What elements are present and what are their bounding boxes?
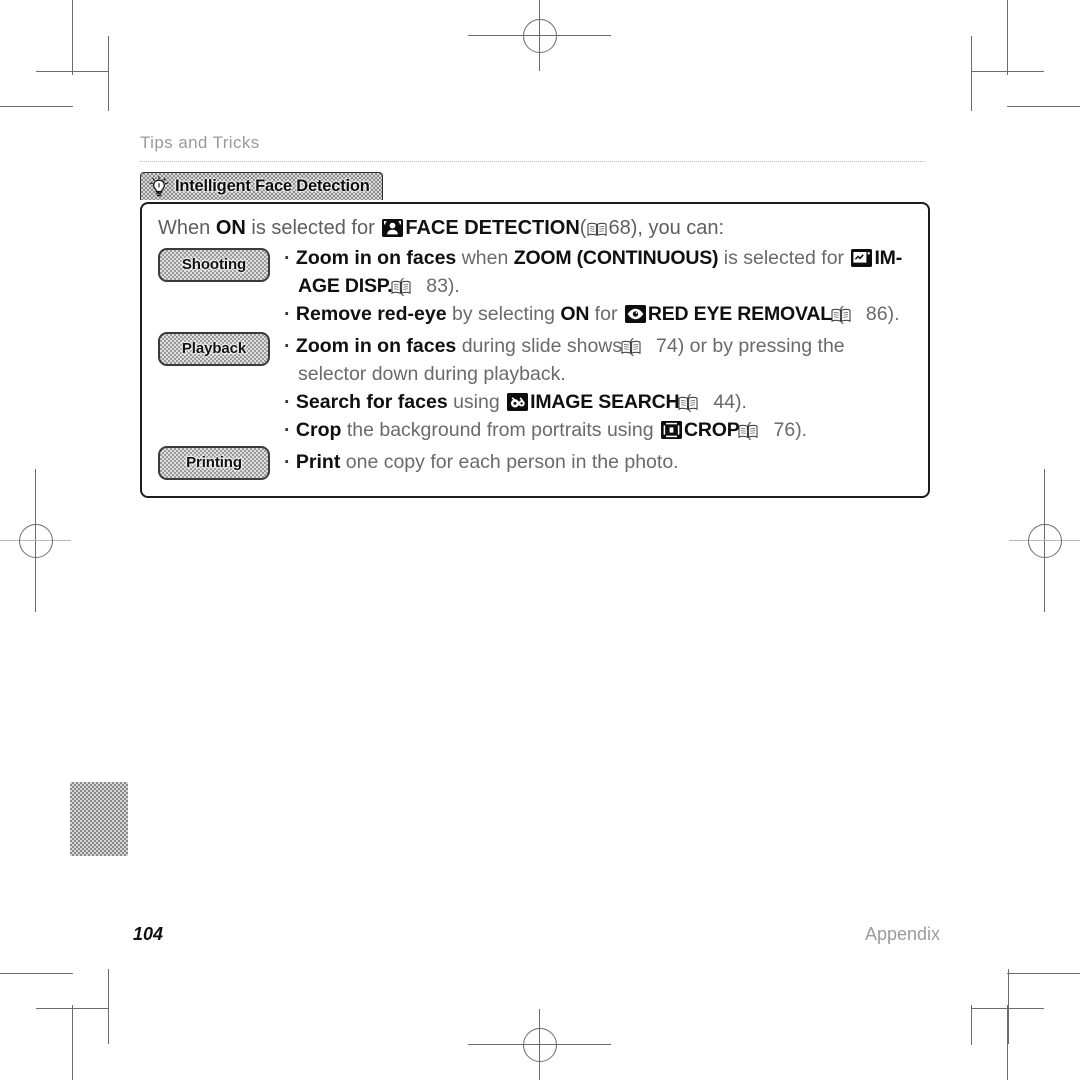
bullet-ref-page: 74 xyxy=(656,334,678,357)
bullet-lead: Search for faces xyxy=(295,390,448,413)
bullet-mid-1: one copy for each person in the photo. xyxy=(340,450,679,473)
intro-heading: FACE DETECTION xyxy=(405,216,580,239)
header-rule xyxy=(140,161,926,162)
bullet-mid-2: for xyxy=(589,302,623,325)
note-row-printing: Printing · Print one copy for each perso… xyxy=(156,445,914,484)
side-tab-printing-label: Printing xyxy=(186,454,242,472)
bullet-lead: Zoom in on faces xyxy=(295,334,457,357)
side-tab-playback-label: Playback xyxy=(181,340,247,358)
bullet-cap-2: RED EYE REMOVAL xyxy=(647,302,832,325)
lightbulb-icon xyxy=(149,175,169,198)
bullet-cap-1: ON xyxy=(560,302,590,325)
image-search-icon xyxy=(507,392,529,411)
bullets-shooting: · Zoom in on faces when ZOOM (CONTINUOUS… xyxy=(284,244,914,328)
bullet-ref-close: ). xyxy=(795,418,808,441)
book-icon xyxy=(738,419,772,438)
intro-ref-page: 68 xyxy=(608,216,631,239)
thumb-index-tab xyxy=(70,782,128,856)
bullets-playback: · Zoom in on faces during slide shows ( 7… xyxy=(284,332,914,444)
bullet-mid-1: during slide shows ( xyxy=(456,334,635,357)
bullet-ref-page: 86 xyxy=(865,302,888,325)
bullet-ref-page: 44 xyxy=(713,390,736,413)
bullet-lead: Crop xyxy=(295,418,342,441)
note-row-shooting: Shooting · Zoom in on faces when ZOOM (C… xyxy=(156,244,914,332)
intro-ref-close: ), you can: xyxy=(630,216,725,239)
book-icon xyxy=(678,391,712,410)
side-tab-shooting[interactable]: Shooting xyxy=(158,247,270,282)
bullet-ref-page: 76 xyxy=(773,418,796,441)
side-tab-printing[interactable]: Printing xyxy=(158,445,270,480)
note-rows: Shooting · Zoom in on faces when ZOOM (C… xyxy=(156,244,914,484)
bullet-ref-page: 83 xyxy=(426,274,448,297)
bullet-ref-close: ). xyxy=(735,390,747,413)
bullet-mid-1: using xyxy=(447,390,506,413)
bullet-dot: · xyxy=(284,450,291,473)
image-display-icon xyxy=(851,248,873,267)
book-icon xyxy=(391,275,425,294)
note-row-playback: Playback · Zoom in on faces during slide… xyxy=(156,331,914,448)
side-tab-playback[interactable]: Playback xyxy=(158,331,270,366)
intro-ref-open: ( xyxy=(579,216,587,239)
note-panel-title: Intelligent Face Detection xyxy=(175,177,370,195)
bullet-ref-close: ). xyxy=(447,274,460,297)
side-tab-shooting-label: Shooting xyxy=(181,256,247,274)
running-head: Tips and Tricks xyxy=(140,133,260,152)
intro-bold-on: ON xyxy=(215,216,246,239)
bullet-search-for-faces: · Search for faces using IMAGE SEARCH (4… xyxy=(284,388,914,416)
bullet-zoom-in-on-faces-playback: · Zoom in on faces during slide shows ( 7… xyxy=(284,332,914,388)
section-name: Appendix xyxy=(864,924,940,944)
book-icon xyxy=(587,217,607,236)
bullet-mid-1: when xyxy=(456,246,514,269)
bullet-crop-background: · Crop the background from portraits usi… xyxy=(284,416,914,444)
bullet-cap-1: ZOOM (CONTINUOUS) xyxy=(513,246,719,269)
bullet-remove-red-eye: · Remove red-eye by selecting ON for RED… xyxy=(284,300,914,328)
bullet-lead: Zoom in on faces xyxy=(295,246,457,269)
red-eye-removal-icon xyxy=(624,304,646,323)
note-intro: When ON is selected for FACE DETECTION(6… xyxy=(158,214,914,242)
note-panel-body: When ON is selected for FACE DETECTION(6… xyxy=(140,201,930,498)
book-icon xyxy=(831,303,865,322)
note-panel: Intelligent Face Detection When ON is se… xyxy=(140,172,930,498)
face-detection-icon xyxy=(382,218,404,237)
bullet-print-one-copy: · Print one copy for each person in the … xyxy=(284,448,914,476)
intro-text-2: is selected for xyxy=(245,216,381,239)
bullet-ref-close: ). xyxy=(887,302,900,325)
intro-text-1: When xyxy=(158,216,216,239)
bullet-mid-2: is selected for xyxy=(718,246,850,269)
manual-page: Tips and Tricks Intelligent Face Detecti… xyxy=(0,0,1080,1080)
bullet-zoom-in-on-faces-shooting: · Zoom in on faces when ZOOM (CONTINUOUS… xyxy=(284,244,914,300)
crop-icon xyxy=(661,420,683,439)
bullet-dot: · xyxy=(284,246,291,269)
note-panel-tab: Intelligent Face Detection xyxy=(140,172,383,200)
bullet-dot: · xyxy=(284,334,291,357)
bullet-dot: · xyxy=(284,390,291,413)
bullet-dot: · xyxy=(284,418,291,441)
book-icon xyxy=(621,335,655,354)
page-number: 104 xyxy=(133,924,164,944)
bullet-lead: Remove red-eye xyxy=(295,302,447,325)
bullet-cap-2: CROP xyxy=(684,418,740,441)
bullet-cap-2: IMAGE SEARCH xyxy=(530,390,680,413)
bullet-mid-1: by selecting xyxy=(446,302,561,325)
bullet-lead: Print xyxy=(295,450,341,473)
bullet-dot: · xyxy=(284,302,291,325)
bullet-mid-1: the background from portraits using xyxy=(341,418,660,441)
bullets-printing: · Print one copy for each person in the … xyxy=(284,448,914,476)
